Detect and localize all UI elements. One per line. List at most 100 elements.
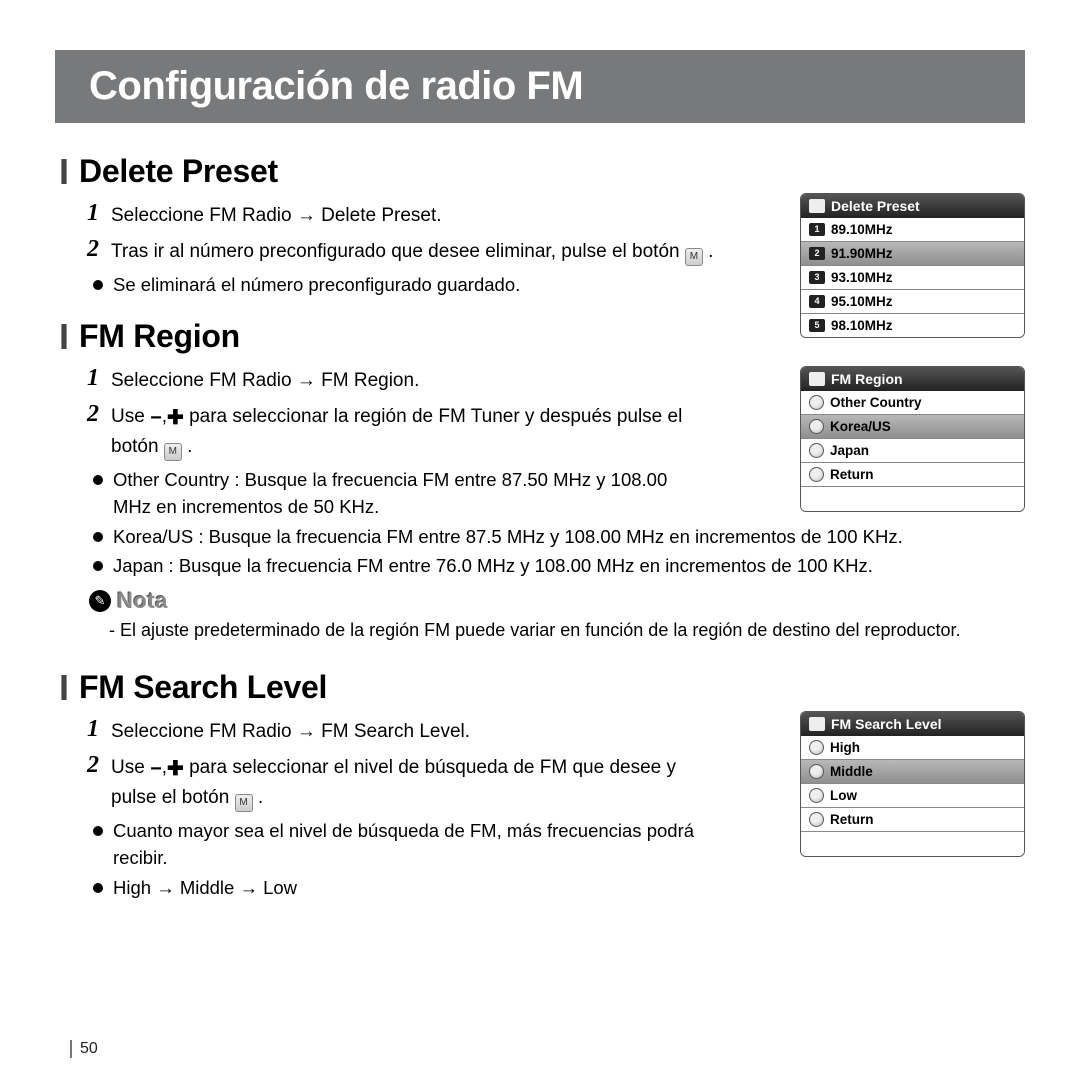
section-delete-preset: I Delete Preset 1 Seleccione FM Radio → …	[59, 153, 1025, 298]
step-text: Seleccione FM Radio → FM Search Level.	[111, 716, 719, 746]
list-item-label: 93.10MHz	[831, 270, 893, 285]
return-icon	[809, 812, 824, 827]
screenshot-header-text: FM Search Level	[831, 716, 942, 732]
screenshot-header: FM Region	[801, 367, 1024, 391]
list-item-label: Other Country	[830, 395, 922, 410]
list-item: Return	[801, 463, 1024, 487]
step-text-part: .	[703, 241, 714, 262]
note-pencil-icon: ✎	[89, 590, 111, 612]
screenshot-header: Delete Preset	[801, 194, 1024, 218]
screenshot-header: FM Search Level	[801, 712, 1024, 736]
step-2: 2 Use −,✚ para seleccionar el nivel de b…	[87, 752, 719, 812]
list-item-label: 91.90MHz	[831, 246, 893, 261]
m-button-icon: M	[235, 794, 253, 812]
list-item-label: Return	[830, 467, 874, 482]
step-1: 1 Seleccione FM Radio → FM Search Level.	[87, 716, 719, 746]
list-item-label: Low	[830, 788, 857, 803]
list-item-empty	[801, 832, 1024, 856]
section-heading: I FM Region	[59, 318, 1025, 355]
plus-icon: ✚	[167, 404, 184, 433]
list-item: Low	[801, 784, 1024, 808]
step-text-part: Tras ir al número preconfigurado que des…	[111, 241, 685, 262]
step-text-part: .	[253, 787, 264, 808]
list-item: Japan	[801, 439, 1024, 463]
list-item-selected: Middle	[801, 760, 1024, 784]
list-item: Other Country	[801, 391, 1024, 415]
note-text: - El ajuste predeterminado de la región …	[117, 618, 1025, 643]
section-heading: I Delete Preset	[59, 153, 1025, 190]
device-screenshot-fm-region: FM Region Other Country Korea/US Japan R…	[800, 366, 1025, 512]
step-1: 1 Seleccione FM Radio → Delete Preset.	[87, 200, 719, 230]
step-text-part: Use	[111, 406, 150, 427]
globe-icon	[809, 395, 824, 410]
step-text-part: .	[182, 436, 193, 457]
preset-number-icon: 1	[809, 223, 825, 236]
step-text-part: Use	[111, 757, 150, 778]
list-item-label: Return	[830, 812, 874, 827]
plus-icon: ✚	[167, 755, 184, 784]
step-text: Use −,✚ para seleccionar el nivel de bús…	[111, 752, 719, 812]
page-number: 50	[70, 1040, 98, 1058]
list-item-label: Japan	[830, 443, 869, 458]
bullet-item: Cuanto mayor sea el nivel de búsqueda de…	[93, 818, 719, 872]
preset-number-icon: 2	[809, 247, 825, 260]
screenshot-header-text: Delete Preset	[831, 198, 920, 214]
bullet-item: Japan : Busque la frecuencia FM entre 76…	[93, 553, 1025, 580]
heading-text: FM Search Level	[79, 669, 327, 706]
list-item: 495.10MHz	[801, 290, 1024, 314]
page-title-bar: Configuración de radio FM	[55, 50, 1025, 123]
list-item: 3 93.10MHz	[801, 266, 1024, 290]
header-icon	[809, 717, 825, 731]
return-icon	[809, 467, 824, 482]
m-button-icon: M	[164, 443, 182, 461]
m-button-icon: M	[685, 248, 703, 266]
section-fm-search-level: I FM Search Level 1 Seleccione FM Radio …	[59, 669, 1025, 901]
note-heading: ✎ Nota	[89, 588, 1025, 614]
step-2: 2 Tras ir al número preconfigurado que d…	[87, 236, 719, 266]
heading-text: FM Region	[79, 318, 240, 355]
step-number: 2	[87, 752, 105, 778]
step-text: Seleccione FM Radio → Delete Preset.	[111, 200, 719, 230]
minus-icon: −	[150, 404, 162, 433]
heading-bar-icon: I	[59, 670, 69, 706]
step-number: 1	[87, 200, 105, 226]
minus-icon: −	[150, 755, 162, 784]
heading-bar-icon: I	[59, 319, 69, 355]
step-number: 1	[87, 365, 105, 391]
heading-bar-icon: I	[59, 154, 69, 190]
header-icon	[809, 199, 825, 213]
list-item-label: Korea/US	[830, 419, 891, 434]
level-icon	[809, 788, 824, 803]
step-text: Seleccione FM Radio → FM Region.	[111, 365, 719, 395]
step-text-part: para seleccionar el nivel de búsqueda de…	[111, 757, 676, 808]
list-item-selected: Korea/US	[801, 415, 1024, 439]
heading-text: Delete Preset	[79, 153, 278, 190]
list-item: Return	[801, 808, 1024, 832]
device-screenshot-fm-search: FM Search Level High Middle Low Return	[800, 711, 1025, 857]
list-item-selected: 2 91.90MHz	[801, 242, 1024, 266]
device-screenshot-delete-preset: Delete Preset 189.10MHz 2 91.90MHz 3 93.10…	[800, 193, 1025, 338]
bullet-item: High → Middle → Low	[93, 875, 719, 902]
list-item-label: Middle	[830, 764, 873, 779]
level-icon	[809, 740, 824, 755]
note-label: Nota	[117, 588, 168, 614]
globe-icon	[809, 443, 824, 458]
preset-number-icon: 4	[809, 295, 825, 308]
header-icon	[809, 372, 825, 386]
bullet-item: Korea/US : Busque la frecuencia FM entre…	[93, 524, 1025, 551]
step-2: 2 Use −,✚ para seleccionar la región de …	[87, 401, 719, 461]
step-number: 2	[87, 401, 105, 427]
step-text: Use −,✚ para seleccionar la región de FM…	[111, 401, 719, 461]
list-item: 189.10MHz	[801, 218, 1024, 242]
bullet-item: Other Country : Busque la frecuencia FM …	[93, 467, 683, 521]
step-number: 1	[87, 716, 105, 742]
step-1: 1 Seleccione FM Radio → FM Region.	[87, 365, 719, 395]
preset-number-icon: 3	[809, 271, 825, 284]
section-heading: I FM Search Level	[59, 669, 1025, 706]
bullet-item: Se eliminará el número preconfigurado gu…	[93, 272, 719, 299]
screenshot-header-text: FM Region	[831, 371, 903, 387]
step-text: Tras ir al número preconfigurado que des…	[111, 236, 719, 266]
step-text-part: para seleccionar la región de FM Tuner y…	[111, 406, 682, 457]
list-item: High	[801, 736, 1024, 760]
section-fm-region: I FM Region 1 Seleccione FM Radio → FM R…	[59, 318, 1025, 643]
